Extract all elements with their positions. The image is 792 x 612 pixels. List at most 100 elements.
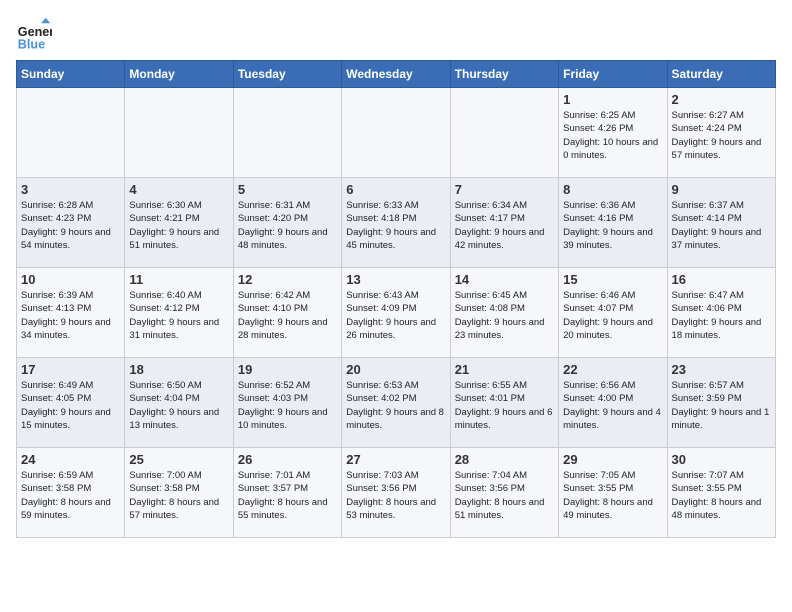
cell-text: Sunrise: 6:43 AM [346,289,445,302]
cell-text: Sunset: 4:10 PM [238,302,337,315]
day-number: 12 [238,272,337,287]
cell-text: Sunset: 4:14 PM [672,212,771,225]
cell-text: Sunset: 4:18 PM [346,212,445,225]
calendar-cell: 11Sunrise: 6:40 AMSunset: 4:12 PMDayligh… [125,268,233,358]
cell-text: Daylight: 9 hours and 1 minute. [672,406,771,433]
calendar-cell [233,88,341,178]
cell-text: Sunrise: 6:49 AM [21,379,120,392]
cell-text: Daylight: 8 hours and 53 minutes. [346,496,445,523]
cell-text: Sunset: 4:09 PM [346,302,445,315]
calendar-cell: 19Sunrise: 6:52 AMSunset: 4:03 PMDayligh… [233,358,341,448]
cell-text: Daylight: 8 hours and 57 minutes. [129,496,228,523]
day-number: 29 [563,452,662,467]
day-number: 4 [129,182,228,197]
cell-text: Sunset: 4:05 PM [21,392,120,405]
calendar-cell: 22Sunrise: 6:56 AMSunset: 4:00 PMDayligh… [559,358,667,448]
calendar-cell: 29Sunrise: 7:05 AMSunset: 3:55 PMDayligh… [559,448,667,538]
weekday-header-saturday: Saturday [667,61,775,88]
cell-text: Sunrise: 6:39 AM [21,289,120,302]
day-number: 18 [129,362,228,377]
cell-text: Sunset: 3:55 PM [672,482,771,495]
cell-text: Sunrise: 6:37 AM [672,199,771,212]
cell-text: Daylight: 9 hours and 8 minutes. [346,406,445,433]
calendar-cell: 1Sunrise: 6:25 AMSunset: 4:26 PMDaylight… [559,88,667,178]
cell-text: Sunset: 4:03 PM [238,392,337,405]
cell-text: Sunrise: 6:42 AM [238,289,337,302]
day-number: 5 [238,182,337,197]
cell-text: Sunset: 3:57 PM [238,482,337,495]
cell-text: Sunrise: 6:25 AM [563,109,662,122]
day-number: 26 [238,452,337,467]
day-number: 19 [238,362,337,377]
calendar-cell: 4Sunrise: 6:30 AMSunset: 4:21 PMDaylight… [125,178,233,268]
cell-text: Sunrise: 6:55 AM [455,379,554,392]
cell-text: Daylight: 8 hours and 51 minutes. [455,496,554,523]
calendar-cell: 14Sunrise: 6:45 AMSunset: 4:08 PMDayligh… [450,268,558,358]
cell-text: Daylight: 9 hours and 34 minutes. [21,316,120,343]
calendar-cell: 24Sunrise: 6:59 AMSunset: 3:58 PMDayligh… [17,448,125,538]
cell-text: Sunrise: 6:47 AM [672,289,771,302]
cell-text: Sunrise: 6:53 AM [346,379,445,392]
calendar-cell: 10Sunrise: 6:39 AMSunset: 4:13 PMDayligh… [17,268,125,358]
calendar-cell: 27Sunrise: 7:03 AMSunset: 3:56 PMDayligh… [342,448,450,538]
cell-text: Sunset: 3:55 PM [563,482,662,495]
header: General Blue [16,16,776,52]
cell-text: Daylight: 10 hours and 0 minutes. [563,136,662,163]
cell-text: Sunset: 4:21 PM [129,212,228,225]
cell-text: Sunset: 3:56 PM [346,482,445,495]
cell-text: Sunrise: 6:57 AM [672,379,771,392]
cell-text: Sunset: 3:59 PM [672,392,771,405]
cell-text: Daylight: 9 hours and 23 minutes. [455,316,554,343]
cell-text: Daylight: 9 hours and 18 minutes. [672,316,771,343]
cell-text: Sunrise: 6:56 AM [563,379,662,392]
calendar-cell: 9 Sunrise: 6:37 AMSunset: 4:14 PMDaylight… [667,178,775,268]
weekday-header-friday: Friday [559,61,667,88]
day-number: 28 [455,452,554,467]
calendar-cell [125,88,233,178]
calendar-cell: 25Sunrise: 7:00 AMSunset: 3:58 PMDayligh… [125,448,233,538]
cell-text: Sunset: 4:07 PM [563,302,662,315]
cell-text: Sunrise: 7:00 AM [129,469,228,482]
cell-text: Sunrise: 6:50 AM [129,379,228,392]
cell-text: Sunset: 4:16 PM [563,212,662,225]
cell-text: Sunrise: 7:01 AM [238,469,337,482]
calendar-cell: 13Sunrise: 6:43 AMSunset: 4:09 PMDayligh… [342,268,450,358]
day-number: 7 [455,182,554,197]
cell-text: Daylight: 9 hours and 37 minutes. [672,226,771,253]
calendar-cell: 28Sunrise: 7:04 AMSunset: 3:56 PMDayligh… [450,448,558,538]
cell-text: Sunrise: 7:04 AM [455,469,554,482]
cell-text: Sunrise: 6:27 AM [672,109,771,122]
cell-text: Daylight: 9 hours and 39 minutes. [563,226,662,253]
cell-text: Daylight: 9 hours and 54 minutes. [21,226,120,253]
svg-text:Blue: Blue [18,37,45,51]
cell-text: Sunrise: 6:40 AM [129,289,228,302]
day-number: 25 [129,452,228,467]
cell-text: Sunrise: 6:33 AM [346,199,445,212]
cell-text: Sunset: 4:08 PM [455,302,554,315]
calendar-cell: 15Sunrise: 6:46 AMSunset: 4:07 PMDayligh… [559,268,667,358]
day-number: 22 [563,362,662,377]
cell-text: Daylight: 8 hours and 49 minutes. [563,496,662,523]
cell-text: Sunset: 4:17 PM [455,212,554,225]
cell-text: Sunrise: 6:34 AM [455,199,554,212]
day-number: 16 [672,272,771,287]
calendar-cell [17,88,125,178]
day-number: 9 [672,182,771,197]
cell-text: Sunset: 4:12 PM [129,302,228,315]
cell-text: Sunrise: 7:07 AM [672,469,771,482]
cell-text: Sunrise: 6:36 AM [563,199,662,212]
cell-text: Sunrise: 7:03 AM [346,469,445,482]
logo-icon: General Blue [16,16,52,52]
cell-text: Daylight: 9 hours and 4 minutes. [563,406,662,433]
calendar-cell: 23 Sunrise: 6:57 AMSunset: 3:59 PMDayligh… [667,358,775,448]
cell-text: Daylight: 9 hours and 57 minutes. [672,136,771,163]
day-number: 3 [21,182,120,197]
cell-text: Sunrise: 6:46 AM [563,289,662,302]
cell-text: Sunrise: 6:59 AM [21,469,120,482]
cell-text: Daylight: 9 hours and 51 minutes. [129,226,228,253]
day-number: 23 [672,362,771,377]
calendar-cell: 2Sunrise: 6:27 AMSunset: 4:24 PMDaylight… [667,88,775,178]
cell-text: Daylight: 8 hours and 48 minutes. [672,496,771,523]
calendar-cell: 18Sunrise: 6:50 AMSunset: 4:04 PMDayligh… [125,358,233,448]
cell-text: Sunset: 4:23 PM [21,212,120,225]
